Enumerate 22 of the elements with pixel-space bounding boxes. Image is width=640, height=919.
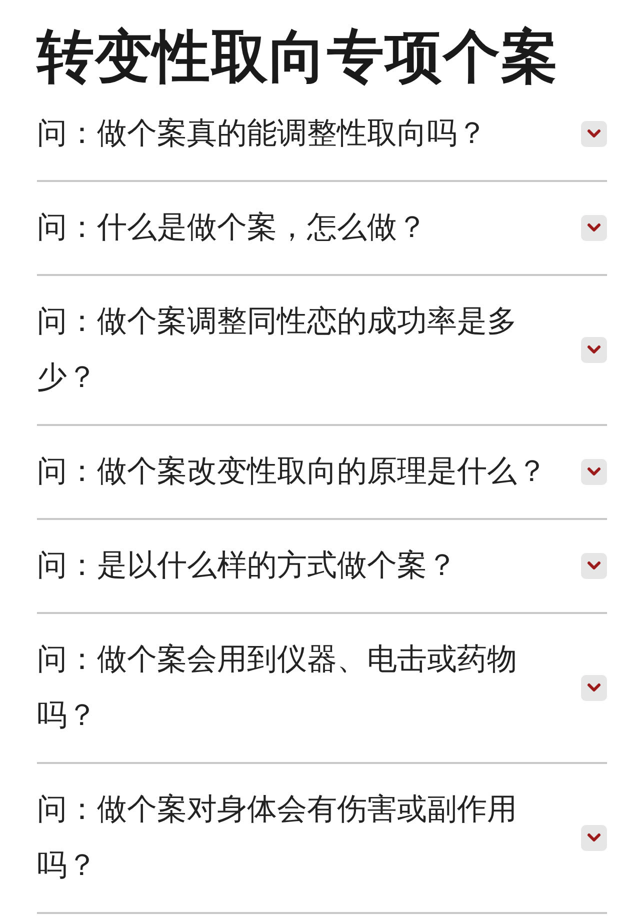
expand-button[interactable] <box>581 215 607 241</box>
expand-button[interactable] <box>581 553 607 579</box>
expand-button[interactable] <box>581 337 607 363</box>
question-text: 问：是以什么样的方式做个案？ <box>37 547 458 585</box>
question-text: 问：做个案会用到仪器、电击或药物吗？ <box>37 641 518 735</box>
expand-button[interactable] <box>581 825 607 851</box>
expand-button[interactable] <box>581 459 607 485</box>
expand-button[interactable] <box>581 675 607 701</box>
chevron-icon <box>587 833 601 843</box>
chevron-icon <box>587 683 601 693</box>
expand-button[interactable] <box>581 121 607 147</box>
question-text: 问：做个案改变性取向的原理是什么？ <box>37 453 548 491</box>
chevron-icon <box>587 345 601 355</box>
page-title: 转变性取向专项个案 <box>35 23 560 88</box>
question-text: 问：做个案真的能调整性取向吗？ <box>37 115 488 153</box>
question-text: 问：做个案调整同性恋的成功率是多少？ <box>37 303 518 397</box>
chevron-icon <box>587 561 601 571</box>
question-text: 问：做个案对身体会有伤害或副作用吗？ <box>37 791 518 885</box>
chevron-icon <box>587 467 601 477</box>
question-text: 问：什么是做个案，怎么做？ <box>37 209 428 247</box>
chevron-icon <box>587 129 601 139</box>
chevron-icon <box>587 223 601 233</box>
